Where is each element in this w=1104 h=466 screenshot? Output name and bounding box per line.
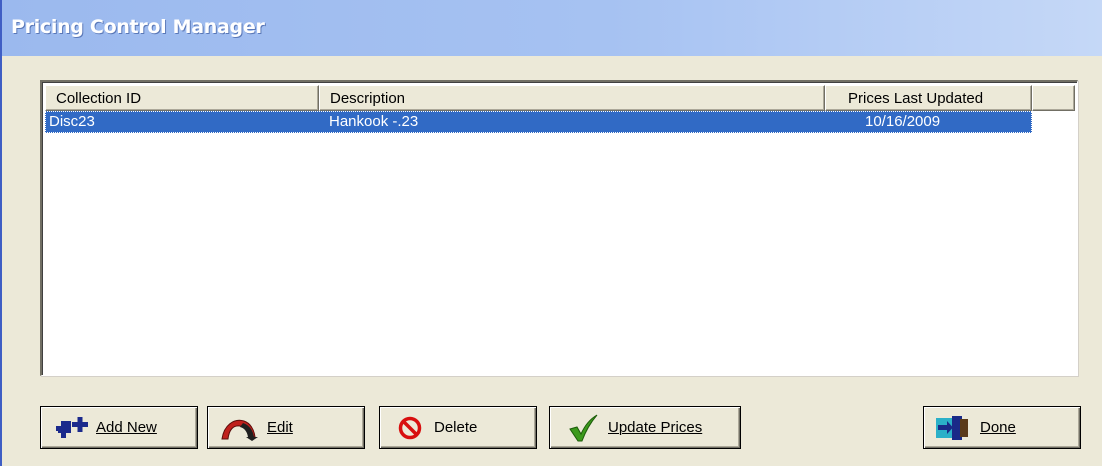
window-title: Pricing Control Manager — [11, 16, 265, 38]
no-entry-icon — [398, 416, 422, 440]
done-label: Done — [980, 419, 1016, 436]
checkmark-icon — [568, 414, 598, 442]
collections-list[interactable]: Collection ID Description Prices Last Up… — [40, 80, 1078, 376]
column-header-label: Description — [330, 90, 406, 107]
list-header: Collection ID Description Prices Last Up… — [45, 85, 1075, 111]
column-header-prices-last-updated[interactable]: Prices Last Updated — [825, 85, 1032, 111]
column-header-label: Prices Last Updated — [848, 90, 984, 107]
add-new-button[interactable]: Add New — [40, 406, 198, 449]
edit-button[interactable]: Edit — [207, 406, 365, 449]
column-header-label: Collection ID — [56, 90, 142, 107]
list-rows: Disc23 Hankook -.23 10/16/2009 — [45, 111, 1075, 133]
done-button[interactable]: Done — [923, 406, 1081, 449]
update-prices-button[interactable]: Update Prices — [549, 406, 741, 449]
exit-door-icon — [936, 415, 970, 440]
add-new-label: Add New — [96, 419, 157, 436]
delete-label: Delete — [434, 419, 478, 436]
column-header-filler — [1032, 85, 1075, 111]
title-bar[interactable]: Pricing Control Manager — [2, 0, 1102, 56]
edit-arrow-icon — [218, 415, 260, 441]
cell-description: Hankook -.23 — [329, 113, 419, 130]
cell-collection-id: Disc23 — [49, 113, 95, 130]
update-prices-label: Update Prices — [608, 419, 703, 436]
table-row[interactable]: Disc23 Hankook -.23 10/16/2009 — [45, 111, 1032, 133]
delete-button[interactable]: Delete — [379, 406, 537, 449]
pricing-control-manager-window: Pricing Control Manager Collection ID De… — [0, 0, 1102, 466]
edit-label: Edit — [267, 419, 293, 436]
column-header-description[interactable]: Description — [319, 85, 825, 111]
column-header-collection-id[interactable]: Collection ID — [45, 85, 319, 111]
add-icon — [55, 416, 89, 439]
cell-prices-last-updated: 10/16/2009 — [865, 113, 941, 130]
